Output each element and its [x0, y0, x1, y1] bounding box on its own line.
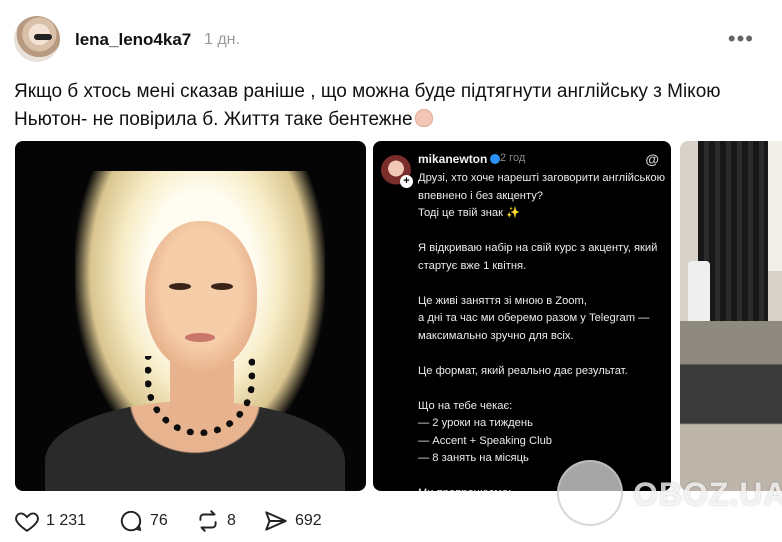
heart-icon	[15, 512, 39, 532]
send-icon	[265, 511, 287, 531]
photo-window	[768, 141, 782, 271]
threads-logo-icon: @	[645, 151, 659, 167]
reply-button[interactable]: 76	[118, 506, 168, 536]
repost-count: 8	[227, 512, 236, 529]
post-photo-3[interactable]	[680, 141, 782, 491]
watermark: OBOZ.UA	[557, 460, 782, 526]
photo-eye-left	[169, 283, 191, 290]
repost-icon	[199, 510, 217, 532]
comment-icon	[120, 510, 142, 532]
verified-badge-icon	[490, 154, 501, 164]
photo-lips	[185, 333, 215, 342]
watermark-globe-icon	[557, 460, 623, 526]
post-time: 1 дн.	[204, 31, 240, 48]
avatar[interactable]	[14, 16, 60, 62]
post-screenshot-card[interactable]: + mikanewton 2 год @ Друзі, хто хоче нар…	[373, 141, 671, 491]
repost-button[interactable]: 8	[195, 506, 236, 536]
share-button[interactable]: 692	[263, 506, 322, 536]
photo-face	[145, 221, 257, 371]
post-photo-1[interactable]	[15, 141, 366, 491]
share-count: 692	[295, 512, 322, 529]
screenshot-text: Друзі, хто хоче нарешті заговорити англі…	[418, 172, 665, 491]
watermark-text: OBOZ.UA	[633, 476, 782, 512]
post-text-body: Якщо б хтось мені сказав раніше , що мож…	[14, 81, 721, 130]
screenshot-username: mikanewton	[418, 152, 501, 166]
follow-plus-icon: +	[400, 175, 413, 188]
avatar-glasses	[34, 34, 52, 40]
photo-eye-right	[211, 283, 233, 290]
screenshot-username-text: mikanewton	[418, 152, 488, 166]
post-text: Якщо б хтось мені сказав раніше , що мож…	[14, 78, 764, 134]
action-bar: 1 231 76 8 692	[14, 506, 514, 536]
like-count: 1 231	[46, 512, 87, 529]
username[interactable]: lena_leno4ka7	[75, 30, 191, 50]
post-header: lena_leno4ka7 1 дн. •••	[14, 14, 774, 64]
hand-emoji-icon	[414, 109, 433, 127]
screenshot-time: 2 год	[500, 152, 526, 164]
reply-count: 76	[150, 512, 168, 529]
more-options-icon[interactable]: •••	[728, 26, 754, 52]
like-button[interactable]: 1 231	[14, 506, 86, 536]
